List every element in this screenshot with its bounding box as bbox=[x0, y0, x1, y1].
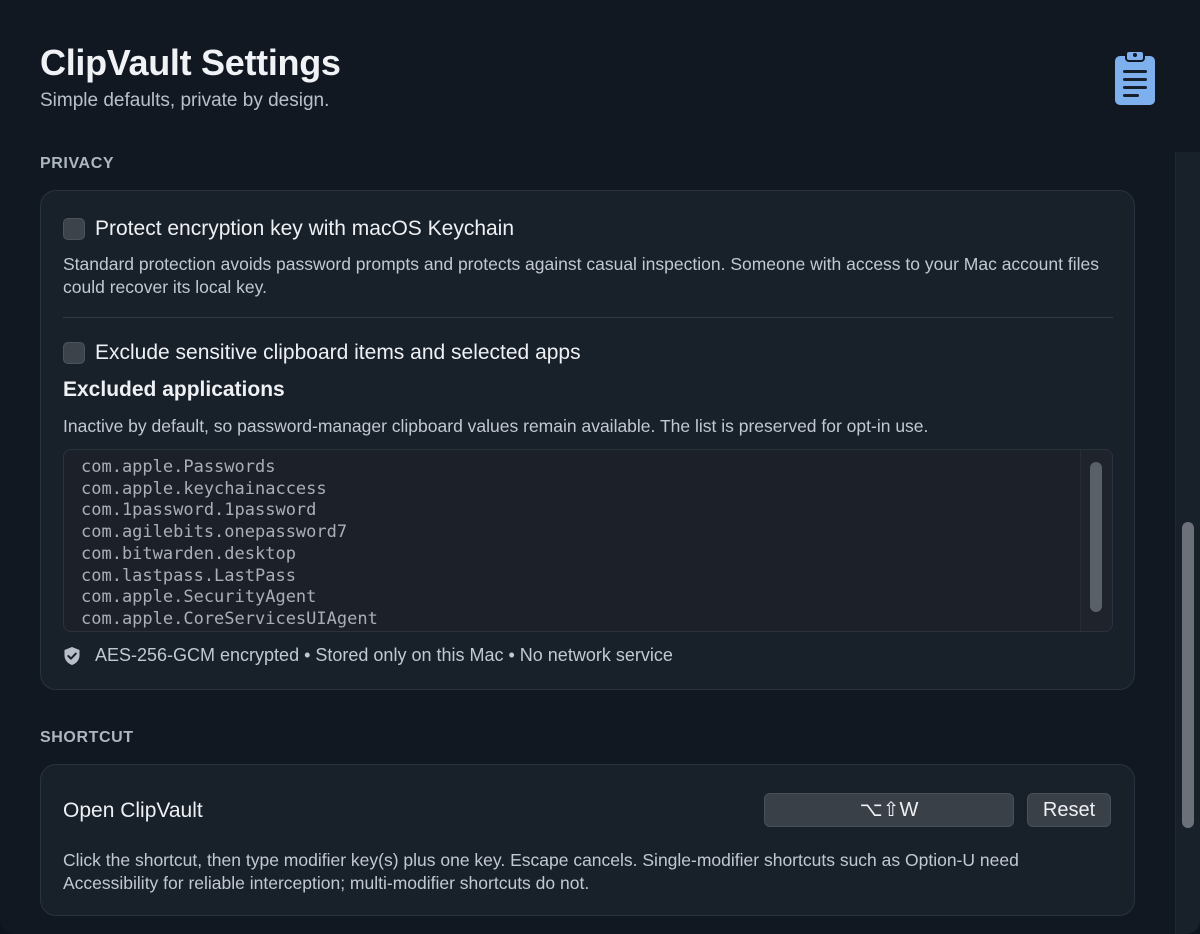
keychain-checkbox-label[interactable]: Protect encryption key with macOS Keycha… bbox=[95, 217, 514, 241]
excluded-app-item: com.apple.Passwords bbox=[81, 457, 276, 477]
list-scrollbar-thumb[interactable] bbox=[1090, 462, 1102, 612]
encryption-status-text: AES-256-GCM encrypted • Stored only on t… bbox=[95, 645, 673, 665]
exclude-checkbox[interactable] bbox=[63, 342, 85, 364]
settings-window: ClipVault Settings Simple defaults, priv… bbox=[0, 0, 1200, 934]
window-scrollbar-thumb[interactable] bbox=[1182, 522, 1194, 828]
excluded-app-item: com.apple.CoreServicesUIAgent bbox=[81, 608, 378, 629]
page-subtitle: Simple defaults, private by design. bbox=[40, 90, 330, 111]
encryption-status: AES-256-GCM encrypted • Stored only on t… bbox=[63, 645, 673, 666]
privacy-divider bbox=[63, 317, 1113, 318]
keychain-checkbox[interactable] bbox=[63, 218, 85, 240]
excluded-app-item: com.1password.1password bbox=[81, 500, 317, 521]
page-title: ClipVault Settings bbox=[40, 42, 341, 83]
excluded-app-item: com.bitwarden.desktop bbox=[81, 543, 296, 564]
exclude-checkbox-row[interactable]: Exclude sensitive clipboard items and se… bbox=[63, 341, 581, 365]
clipboard-icon bbox=[1114, 50, 1156, 106]
list-scrollbar[interactable] bbox=[1080, 450, 1112, 631]
excluded-app-item: com.apple.SecurityAgent bbox=[81, 587, 317, 608]
shortcut-card: Open ClipVault ⌥⇧W Reset Click the short… bbox=[40, 764, 1135, 916]
shortcut-description: Click the shortcut, then type modifier k… bbox=[63, 850, 1019, 893]
excluded-apps-list[interactable]: com.apple.Passwords com.apple.keychainac… bbox=[81, 457, 378, 631]
shield-check-icon bbox=[64, 646, 80, 665]
excluded-apps-textarea[interactable]: com.apple.Passwords com.apple.keychainac… bbox=[63, 449, 1113, 632]
excluded-app-item: com.agilebits.onepassword7 bbox=[81, 522, 348, 543]
keychain-checkbox-row[interactable]: Protect encryption key with macOS Keycha… bbox=[63, 217, 514, 241]
exclude-checkbox-label[interactable]: Exclude sensitive clipboard items and se… bbox=[95, 341, 581, 365]
excluded-apps-description: Inactive by default, so password-manager… bbox=[63, 416, 929, 436]
privacy-card: Protect encryption key with macOS Keycha… bbox=[40, 190, 1135, 690]
reset-button[interactable]: Reset bbox=[1027, 793, 1111, 827]
shortcut-recorder-field[interactable]: ⌥⇧W bbox=[764, 793, 1014, 827]
shortcut-title: Open ClipVault bbox=[63, 799, 203, 822]
window-scrollbar[interactable] bbox=[1175, 152, 1200, 934]
excluded-app-item: com.lastpass.LastPass bbox=[81, 565, 296, 586]
privacy-section-label: PRIVACY bbox=[40, 155, 115, 172]
excluded-apps-heading: Excluded applications bbox=[63, 378, 285, 401]
keychain-description: Standard protection avoids password prom… bbox=[63, 254, 1099, 297]
excluded-app-item: com.apple.keychainaccess bbox=[81, 478, 327, 499]
shortcut-section-label: SHORTCUT bbox=[40, 729, 134, 746]
